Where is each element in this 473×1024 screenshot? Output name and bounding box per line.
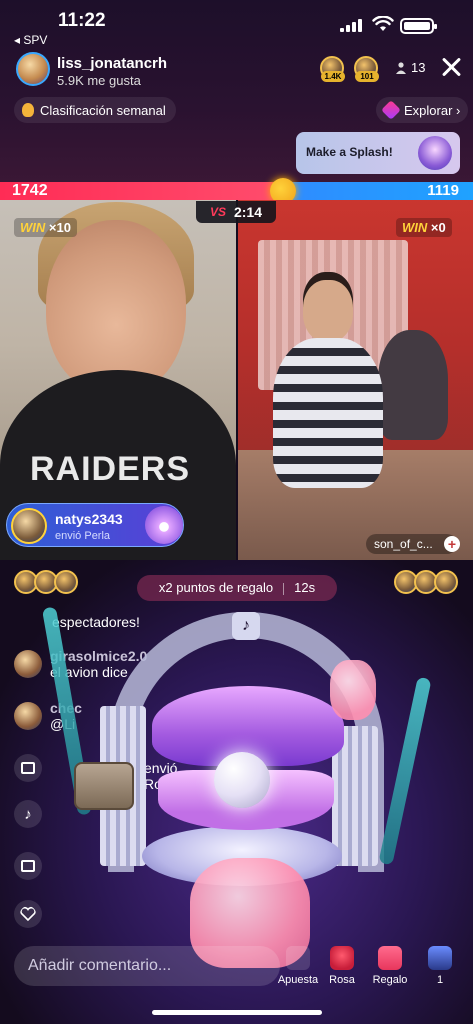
divider	[283, 582, 285, 595]
viewer-count[interactable]: 13	[411, 60, 425, 75]
gift-label: Regalo	[372, 974, 408, 986]
top-viewer-badge[interactable]: 1.4K	[320, 56, 346, 82]
explore-label: Explorar ›	[404, 102, 461, 118]
close-icon[interactable]	[440, 56, 462, 78]
win-word: WIN	[20, 220, 46, 235]
box-shape	[21, 860, 35, 872]
head-shape	[303, 280, 353, 342]
wifi-icon	[372, 16, 394, 31]
chat-avatar[interactable]	[14, 702, 42, 730]
tiktok-icon[interactable]: ♪	[14, 800, 42, 828]
viewer-badge-label: 101	[355, 71, 379, 82]
child-shape	[273, 280, 383, 490]
shirt-text: RAIDERS	[30, 450, 191, 488]
tiktok-glyph: ♪	[24, 805, 32, 823]
opponent-video[interactable]	[238, 200, 473, 560]
battery-icon	[400, 18, 437, 34]
supporter-avatar	[434, 570, 458, 594]
jellyfish-icon	[330, 660, 376, 720]
battle-timer: VS 2:14	[196, 201, 276, 223]
explore-chip[interactable]: Explorar ›	[376, 97, 469, 123]
win-count: ×10	[48, 220, 71, 235]
splash-label: Make a Splash!	[306, 145, 393, 159]
pearl-icon	[214, 752, 270, 808]
splash-promo-card[interactable]: Make a Splash!	[296, 132, 460, 174]
face-shape	[46, 220, 186, 395]
home-indicator[interactable]	[152, 1010, 322, 1015]
chat-message: espectadores!	[52, 614, 140, 630]
timer-value: 2:14	[233, 204, 263, 220]
weekly-ranking-chip[interactable]: Clasificación semanal	[14, 97, 176, 123]
score-right: 1119	[427, 182, 459, 199]
gift-box-icon[interactable]	[14, 754, 42, 782]
status-bar: 11:22	[0, 8, 473, 38]
top-viewer-badge[interactable]: 101	[354, 56, 380, 82]
follow-plus-button[interactable]: +	[444, 536, 460, 552]
gift-multiplier-banner: x2 puntos de regalo 12s	[137, 575, 337, 601]
gifter-avatar	[11, 508, 47, 544]
treasure-chest-icon	[74, 762, 134, 810]
flame-icon	[22, 103, 34, 117]
vs-icon: VS	[209, 205, 226, 219]
person-icon	[396, 62, 406, 74]
explore-icon	[381, 100, 401, 120]
chat-text: espectadores!	[52, 614, 140, 630]
bet-label: Apuesta	[277, 974, 319, 986]
gift-icon	[378, 946, 402, 970]
host-avatar[interactable]	[16, 52, 50, 86]
pearl-gift-icon	[145, 506, 183, 544]
gift-text: envió Perla	[55, 530, 111, 542]
elder-shape	[378, 330, 448, 440]
win-streak-right: WIN ×0	[396, 218, 452, 237]
supporter-avatar	[54, 570, 78, 594]
tiktok-logo-icon: ♪	[232, 612, 260, 640]
status-time: 11:22	[58, 10, 106, 31]
heart-icon[interactable]	[14, 900, 42, 928]
rose-icon	[330, 946, 354, 970]
cellular-signal-icon	[340, 18, 362, 32]
comment-input[interactable]	[14, 946, 280, 986]
chat-avatar[interactable]	[14, 650, 42, 678]
win-streak-left: WIN ×10	[14, 218, 77, 237]
win-count: ×0	[430, 220, 446, 235]
viewer-badge-label: 1.4K	[321, 71, 345, 82]
gifter-name: natys2343	[55, 511, 123, 527]
bet-icon	[286, 946, 310, 970]
back-to-app-link[interactable]: ◂ SPV	[14, 33, 47, 47]
win-word: WIN	[402, 220, 428, 235]
multiplier-label: x2 puntos de regalo	[158, 580, 274, 595]
box-shape	[21, 762, 35, 774]
gift-notification[interactable]: natys2343 envió Perla	[6, 503, 184, 547]
weekly-ranking-label: Clasificación semanal	[40, 102, 166, 118]
treasure-button[interactable]: 1	[412, 946, 468, 986]
host-likes: 5.9K me gusta	[57, 73, 141, 88]
treasure-icon	[428, 946, 452, 970]
host-name[interactable]: liss_jonatancrh	[57, 55, 167, 72]
gift-button[interactable]: Regalo	[362, 946, 418, 986]
rose-label: Rosa	[329, 974, 355, 986]
treasure-count: 1	[436, 974, 444, 986]
battle-score-bar: 1742 1119	[0, 178, 473, 204]
gift-box-icon[interactable]	[14, 852, 42, 880]
shell-gift-icon	[418, 136, 452, 170]
score-left: 1742	[12, 182, 48, 199]
multiplier-seconds: 12s	[294, 580, 316, 595]
body-shape	[273, 338, 383, 488]
